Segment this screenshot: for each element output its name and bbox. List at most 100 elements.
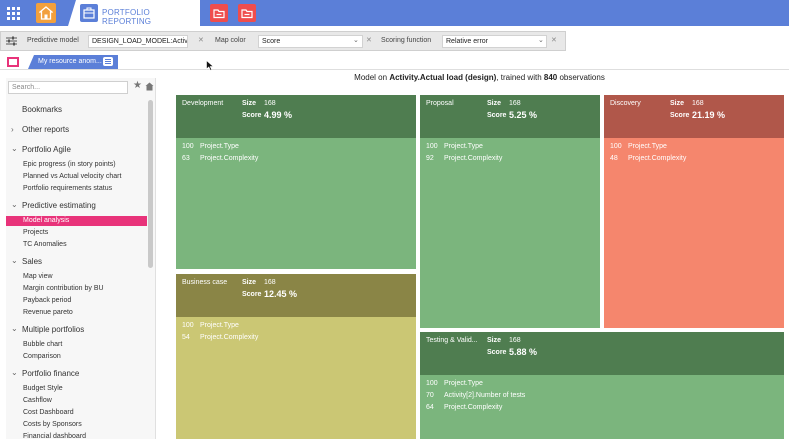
search-input[interactable]: Search...	[8, 81, 128, 94]
chevron-down-icon[interactable]: ⌄	[353, 36, 359, 44]
tile-row: 100 Project.Type	[182, 322, 239, 329]
tile-size-label: Size	[487, 100, 502, 107]
star-icon[interactable]: ★	[133, 81, 142, 91]
sliders-icon[interactable]	[6, 36, 17, 46]
close-icon[interactable]: ✕	[551, 36, 557, 44]
scoring-function-label: Scoring function	[381, 37, 432, 44]
tile-score-label: Score	[242, 291, 262, 298]
predictive-model-label: Predictive model	[27, 37, 79, 44]
tab-portfolio-reporting[interactable]: PORTFOLIO REPORTING	[68, 0, 200, 26]
title-count: 840	[543, 73, 558, 82]
map-color-label: Map color	[215, 37, 246, 44]
sidebar-item-cashflow[interactable]: Cashflow	[6, 397, 147, 404]
panel-toggle-button[interactable]	[7, 57, 19, 67]
tile-name: Discovery	[610, 100, 641, 107]
open-folder-button[interactable]	[210, 4, 228, 22]
treemap-tile-business-case[interactable]: Business case Size 168 Score 12.45 % 100…	[176, 274, 416, 439]
tile-size-value: 168	[264, 100, 276, 107]
sidebar-item-margin-contribution[interactable]: Margin contribution by BU	[6, 285, 147, 292]
treemap-tile-proposal[interactable]: Proposal Size 168 Score 5.25 % 100 Projec…	[420, 95, 600, 328]
close-icon[interactable]: ✕	[198, 36, 204, 44]
folder-icon	[213, 9, 225, 19]
folder-icon	[241, 9, 253, 19]
close-icon[interactable]: ✕	[366, 36, 372, 44]
tile-row: 64 Project.Complexity	[426, 404, 503, 411]
sidebar-item-bookmarks[interactable]: Bookmarks	[6, 105, 147, 114]
scoring-function-select[interactable]: Relative error	[442, 35, 547, 48]
sidebar-item-epic-progress[interactable]: Epic progress (in story points)	[6, 161, 147, 168]
model-summary-title: Model on Activity.Actual load (design), …	[170, 73, 789, 82]
sidebar-section-portfolio-finance[interactable]: Portfolio finance	[6, 369, 147, 378]
tile-score-value: 12.45 %	[264, 289, 298, 299]
tile-body	[604, 138, 784, 328]
tile-size-label: Size	[242, 279, 257, 286]
sidebar-item-costs-by-sponsors[interactable]: Costs by Sponsors	[6, 421, 147, 428]
tile-score-label: Score	[670, 112, 690, 119]
treemap-tile-development[interactable]: Development Size 168 Score 4.99 % 100 Pro…	[176, 95, 416, 269]
sidebar-item-bubble-chart[interactable]: Bubble chart	[6, 341, 147, 348]
tile-score-value: 5.88 %	[509, 347, 538, 357]
open-folder-button-2[interactable]	[238, 4, 256, 22]
tile-score-label: Score	[487, 112, 507, 119]
tile-name: Business case	[182, 279, 228, 286]
sidebar-item-comparison[interactable]: Comparison	[6, 353, 147, 360]
sidebar-scrollbar[interactable]	[148, 100, 153, 268]
sidebar-item-cost-dashboard[interactable]: Cost Dashboard	[6, 409, 147, 416]
tile-row: 100 Project.Type	[610, 143, 667, 150]
treemap-tile-discovery[interactable]: Discovery Size 168 Score 21.19 % 100 Proj…	[604, 95, 784, 328]
tab-label: PORTFOLIO REPORTING	[102, 8, 152, 26]
apps-grid-icon[interactable]	[4, 4, 22, 22]
sidebar-section-other-reports[interactable]: Other reports	[6, 125, 147, 134]
title-prefix: Model on	[354, 73, 390, 82]
menu-icon[interactable]	[103, 57, 113, 66]
tile-size-label: Size	[487, 337, 502, 344]
tile-name: Testing & Valid...	[426, 337, 478, 344]
tile-score-value: 5.25 %	[509, 110, 538, 120]
tile-row: 100 Project.Type	[182, 143, 239, 150]
tile-row: 54 Project.Complexity	[182, 334, 259, 341]
mouse-cursor-icon	[206, 60, 214, 71]
tile-name: Development	[182, 100, 224, 107]
sidebar-section-multiple-portfolios[interactable]: Multiple portfolios	[6, 325, 147, 334]
tab-my-resource-anomalies[interactable]: My resource anom...	[28, 55, 118, 69]
map-color-select[interactable]: Score	[258, 35, 363, 48]
sidebar-item-projects[interactable]: Projects	[6, 229, 147, 236]
tile-size-value: 168	[509, 337, 521, 344]
tile-score-label: Score	[242, 112, 262, 119]
treemap-tile-testing-validation[interactable]: Testing & Valid... Size 168 Score 5.88 %…	[420, 332, 784, 439]
title-suffix: observations	[557, 73, 605, 82]
tile-score-value: 4.99 %	[264, 110, 293, 120]
sidebar: Search... ★ Bookmarks › Other reports ⌄ …	[6, 78, 156, 440]
sidebar-item-tc-anomalies[interactable]: TC Anomalies	[6, 241, 147, 248]
home-icon	[39, 6, 53, 20]
tile-row: 100 Project.Type	[426, 143, 483, 150]
filter-bar: Predictive model DESIGN_LOAD_MODEL:Activ…	[0, 31, 566, 51]
home-tab[interactable]	[36, 3, 56, 23]
sidebar-item-portfolio-requirements[interactable]: Portfolio requirements status	[6, 185, 147, 192]
sidebar-section-predictive-estimating[interactable]: Predictive estimating	[6, 201, 147, 210]
chevron-down-icon[interactable]: ⌄	[538, 36, 544, 44]
sidebar-item-revenue-pareto[interactable]: Revenue pareto	[6, 309, 147, 316]
predictive-model-select[interactable]: DESIGN_LOAD_MODEL:Activit	[88, 35, 188, 48]
tile-size-label: Size	[670, 100, 685, 107]
tile-size-value: 168	[509, 100, 521, 107]
tile-size-label: Size	[242, 100, 257, 107]
tile-body	[420, 138, 600, 328]
tile-score-value: 21.19 %	[692, 110, 726, 120]
sidebar-section-portfolio-agile[interactable]: Portfolio Agile	[6, 145, 147, 154]
title-target: Activity.Actual load (design)	[389, 73, 497, 82]
resource-tab-label: My resource anom...	[38, 58, 102, 65]
sidebar-item-model-analysis[interactable]: Model analysis	[6, 216, 147, 226]
home-icon[interactable]	[145, 82, 154, 91]
tile-row: 48 Project.Complexity	[610, 155, 687, 162]
tile-score-label: Score	[487, 349, 507, 356]
sidebar-item-map-view[interactable]: Map view	[6, 273, 147, 280]
sidebar-item-budget-style[interactable]: Budget Style	[6, 385, 147, 392]
tile-size-value: 168	[692, 100, 704, 107]
tile-row: 63 Project.Complexity	[182, 155, 259, 162]
title-middle: , trained with	[496, 73, 544, 82]
sidebar-item-planned-vs-actual[interactable]: Planned vs Actual velocity chart	[6, 173, 147, 180]
sidebar-item-payback-period[interactable]: Payback period	[6, 297, 147, 304]
sidebar-section-sales[interactable]: Sales	[6, 257, 147, 266]
tile-size-value: 168	[264, 279, 276, 286]
